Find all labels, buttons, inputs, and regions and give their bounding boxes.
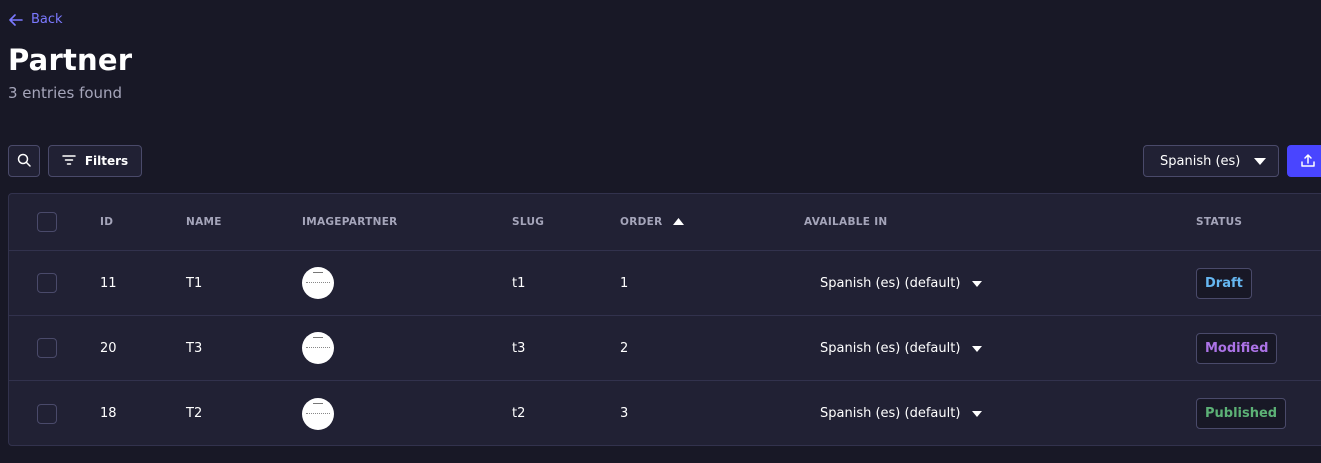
caret-down-icon	[1254, 154, 1266, 169]
column-header-image[interactable]: IMAGEPARTNER	[302, 194, 398, 250]
table-row[interactable]: 11 T1 t1 1 Spanish (es) (default) Draft	[9, 251, 1321, 316]
locale-select-value: Spanish (es)	[1160, 153, 1241, 169]
cell-name: T1	[186, 275, 203, 291]
filter-icon	[62, 154, 76, 168]
select-all-checkbox[interactable]	[37, 212, 57, 232]
cell-id: 11	[100, 275, 117, 291]
sort-ascending-icon	[672, 216, 684, 228]
available-in-label: Spanish (es) (default)	[820, 340, 961, 356]
upload-icon	[1301, 152, 1315, 171]
table-row[interactable]: 18 T2 t2 3 Spanish (es) (default) Publis…	[9, 381, 1321, 446]
row-checkbox[interactable]	[37, 403, 57, 424]
table-header: ID NAME IMAGEPARTNER SLUG ORDER AVAILABL…	[9, 194, 1321, 251]
table-row[interactable]: 20 T3 t3 2 Spanish (es) (default) Modifi…	[9, 316, 1321, 381]
search-icon	[17, 152, 31, 171]
cell-id: 20	[100, 340, 117, 356]
available-in-dropdown[interactable]: Spanish (es) (default)	[820, 251, 983, 315]
cell-name: T2	[186, 406, 203, 421]
available-in-dropdown[interactable]: Spanish (es) (default)	[820, 316, 983, 380]
search-button[interactable]	[8, 145, 40, 177]
filters-label: Filters	[84, 154, 129, 168]
cell-slug: t1	[512, 275, 526, 291]
select-all-cell	[37, 194, 57, 250]
column-header-order[interactable]: ORDER	[620, 194, 684, 250]
column-header-order-label: ORDER	[620, 216, 663, 228]
cell-slug: t2	[512, 406, 526, 421]
entries-count: 3 entries found	[8, 84, 123, 102]
status-badge: Modified	[1196, 332, 1278, 364]
partner-image-thumbnail	[302, 332, 334, 364]
filters-button[interactable]: Filters	[48, 145, 142, 177]
entries-table: ID NAME IMAGEPARTNER SLUG ORDER AVAILABL…	[8, 193, 1321, 446]
available-in-label: Spanish (es) (default)	[820, 275, 961, 291]
column-header-slug[interactable]: SLUG	[512, 194, 544, 250]
upload-button[interactable]	[1287, 145, 1321, 177]
back-link[interactable]: Back	[9, 12, 63, 27]
column-header-status: STATUS	[1196, 216, 1243, 228]
cell-slug: t3	[512, 340, 526, 356]
column-header-id[interactable]: ID	[100, 194, 113, 250]
caret-down-icon	[972, 341, 983, 356]
partner-image-thumbnail	[302, 397, 334, 430]
cell-id: 18	[100, 406, 117, 421]
caret-down-icon	[972, 276, 983, 291]
arrow-left-icon	[9, 13, 23, 26]
locale-select[interactable]: Spanish (es)	[1143, 145, 1279, 177]
column-header-available-in: AVAILABLE IN	[804, 216, 888, 228]
available-in-label: Spanish (es) (default)	[820, 406, 961, 421]
row-checkbox[interactable]	[37, 338, 57, 358]
page-title: Partner	[8, 43, 133, 77]
available-in-dropdown[interactable]: Spanish (es) (default)	[820, 381, 983, 446]
caret-down-icon	[972, 406, 983, 421]
status-badge: Published	[1196, 398, 1287, 429]
back-label: Back	[31, 12, 63, 27]
column-header-name[interactable]: NAME	[186, 194, 222, 250]
cell-order: 2	[620, 340, 629, 356]
row-checkbox[interactable]	[37, 273, 57, 293]
status-badge: Draft	[1196, 267, 1252, 299]
cell-name: T3	[186, 340, 203, 356]
cell-order: 3	[620, 406, 629, 421]
partner-image-thumbnail	[302, 267, 334, 299]
cell-order: 1	[620, 275, 629, 291]
